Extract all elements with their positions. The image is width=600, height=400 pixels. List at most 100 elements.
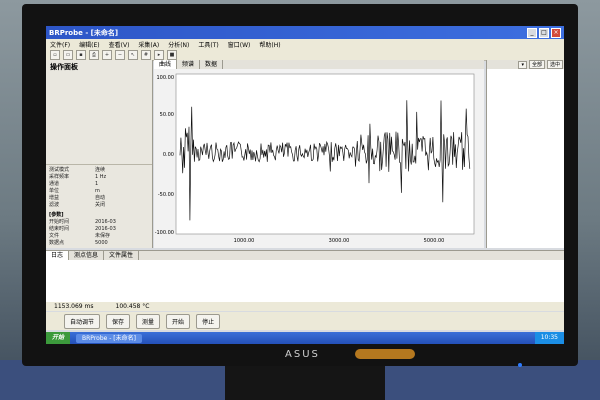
x-tick-label: 1000.00 (234, 238, 255, 244)
menu-window[interactable]: 窗口(W) (228, 40, 251, 49)
save-button[interactable]: 保存 (106, 313, 131, 329)
waveform-plot[interactable]: 100.00 50.00 0.00 -50.00 -100.00 1000.00… (154, 70, 484, 248)
plot-tabs: 曲线 频谱 数据 (154, 60, 484, 69)
menu-view[interactable]: 查看(V) (109, 40, 130, 49)
zoom-out-icon[interactable]: − (115, 49, 125, 60)
title-bar: BRProbe - [未命名] _ □ × (46, 26, 564, 39)
menu-bar: 文件(F) 编辑(E) 查看(V) 采集(A) 分析(N) 工具(T) 窗口(W… (46, 39, 564, 49)
property-value: 1 (95, 180, 99, 187)
y-axis-ticks: 100.00 50.00 0.00 -50.00 -100.00 (155, 75, 174, 236)
property-key: 数据点 (49, 240, 65, 246)
property-row[interactable]: 数据点 5000 (49, 239, 149, 247)
menu-edit[interactable]: 编辑(E) (79, 40, 99, 49)
taskbar: 开始 BRProbe - [未命名] 10:35 (46, 332, 564, 344)
monitor-badge (355, 349, 415, 359)
tab-point-info[interactable]: 测点信息 (69, 251, 105, 260)
menu-acquire[interactable]: 采集(A) (138, 40, 159, 49)
y-tick-label: 0.00 (163, 152, 174, 158)
cursor-icon[interactable]: ↖ (128, 49, 138, 60)
property-key: 增益 (49, 195, 60, 201)
tab-curve[interactable]: 曲线 (154, 60, 178, 69)
property-row[interactable]: 增益 自动 (49, 194, 149, 201)
property-value: 2016-03 (95, 218, 116, 225)
select-button[interactable]: 选中 (546, 60, 563, 69)
tab-log[interactable]: 日志 (46, 251, 70, 260)
property-row[interactable]: 开始时间 2016-03 (49, 218, 149, 226)
property-key: 滤波 (49, 202, 60, 208)
new-file-icon[interactable]: ▫ (50, 49, 60, 60)
property-key: 开始时间 (49, 219, 70, 225)
property-row[interactable]: 采样频率 1 Hz (49, 173, 149, 181)
close-button[interactable]: × (551, 27, 561, 38)
print-icon[interactable]: ⎙ (89, 49, 99, 60)
plot-panel: 曲线 频谱 数据 100.00 50.00 0.00 -50.00 -100.0… (154, 60, 484, 248)
property-value: 2016-03 (95, 225, 116, 232)
grid-icon[interactable]: # (141, 49, 151, 60)
y-tick-label: 50.00 (160, 112, 174, 118)
power-led (518, 363, 522, 367)
property-value: 1 Hz (95, 173, 107, 180)
property-value: 连续 (95, 167, 106, 173)
play-icon[interactable]: ▸ (154, 49, 164, 60)
property-value: 关闭 (95, 202, 106, 208)
left-panel-blank (46, 74, 152, 165)
property-value: 5000 (95, 239, 108, 246)
property-value: 自动 (95, 195, 106, 201)
property-key: 单位 (49, 188, 60, 194)
cursor-readout: 1153.069 ms 100.458 °C (46, 302, 564, 311)
menu-file[interactable]: 文件(F) (50, 40, 70, 49)
property-key: 采样频率 (49, 174, 70, 180)
taskbar-app[interactable]: BRProbe - [未命名] (76, 333, 142, 343)
monitor-stand (225, 360, 385, 400)
maximize-button[interactable]: □ (539, 27, 549, 38)
auto-adjust-button[interactable]: 自动调节 (64, 313, 101, 329)
property-row[interactable]: 测试模式 连续 (49, 166, 149, 173)
system-tray-clock: 10:35 (534, 332, 564, 344)
property-row[interactable]: 通道 1 (49, 180, 149, 188)
bottom-tabs: 日志 测点信息 文件属性 (46, 251, 564, 260)
x-tick-label: 3000.00 (329, 238, 350, 244)
property-section-title: [参数] (49, 212, 64, 218)
measure-button[interactable]: 测量 (136, 313, 161, 329)
start-button-os[interactable]: 开始 (46, 332, 71, 344)
start-button[interactable]: 开始 (166, 313, 191, 329)
y-tick-label: -100.00 (155, 230, 174, 236)
readout-x: 1153.069 ms (54, 303, 94, 310)
menu-help[interactable]: 帮助(H) (259, 40, 280, 49)
stop-icon[interactable]: ■ (167, 49, 177, 60)
property-row[interactable]: 滤波 关闭 (49, 201, 149, 208)
property-row[interactable]: 结束时间 2016-03 (49, 225, 149, 233)
open-folder-icon[interactable]: ▭ (63, 49, 73, 60)
tab-data[interactable]: 数据 (200, 60, 224, 69)
y-tick-label: 100.00 (157, 75, 175, 81)
stop-button[interactable]: 停止 (196, 313, 221, 329)
menu-tools[interactable]: 工具(T) (198, 40, 218, 49)
property-row[interactable]: 单位 m (49, 187, 149, 195)
right-panel: ▾ 全部 选中 (486, 60, 564, 248)
right-panel-header: ▾ 全部 选中 (487, 60, 564, 69)
save-icon[interactable]: ▪ (76, 49, 86, 60)
action-bar: 自动调节 保存 测量 开始 停止 (46, 312, 564, 330)
dropdown-button[interactable]: ▾ (518, 60, 527, 69)
y-tick-label: -50.00 (158, 192, 174, 198)
zoom-in-icon[interactable]: + (102, 49, 112, 60)
property-key: 结束时间 (49, 226, 70, 232)
property-value: 未保存 (95, 233, 111, 239)
menu-analyze[interactable]: 分析(N) (168, 40, 189, 49)
x-tick-label: 5000.00 (424, 238, 445, 244)
property-key: 通道 (49, 181, 60, 187)
tab-file-props[interactable]: 文件属性 (104, 251, 140, 260)
bottom-panel: 日志 测点信息 文件属性 (46, 250, 564, 303)
tab-spectrum[interactable]: 频谱 (177, 60, 201, 69)
property-key: 测试模式 (49, 167, 70, 173)
property-key: 文件 (49, 233, 60, 239)
x-axis-ticks: 1000.00 3000.00 5000.00 (234, 238, 445, 244)
property-row[interactable]: 文件 未保存 (49, 232, 149, 239)
property-list: 测试模式 连续 采样频率 1 Hz 通道 1 单位 m 增益 自动 滤波 关闭 [参数] 开… (46, 165, 152, 247)
window-title: BRProbe - [未命名] (49, 28, 119, 37)
left-panel: 操作面板 测试模式 连续 采样频率 1 Hz 通道 1 单位 m 增益 自动 滤波 关闭 [… (46, 60, 153, 248)
select-all-button[interactable]: 全部 (528, 60, 545, 69)
minimize-button[interactable]: _ (527, 27, 537, 38)
screen: BRProbe - [未命名] _ □ × 文件(F) 编辑(E) 查看(V) … (46, 26, 564, 344)
readout-y: 100.458 °C (115, 303, 150, 310)
